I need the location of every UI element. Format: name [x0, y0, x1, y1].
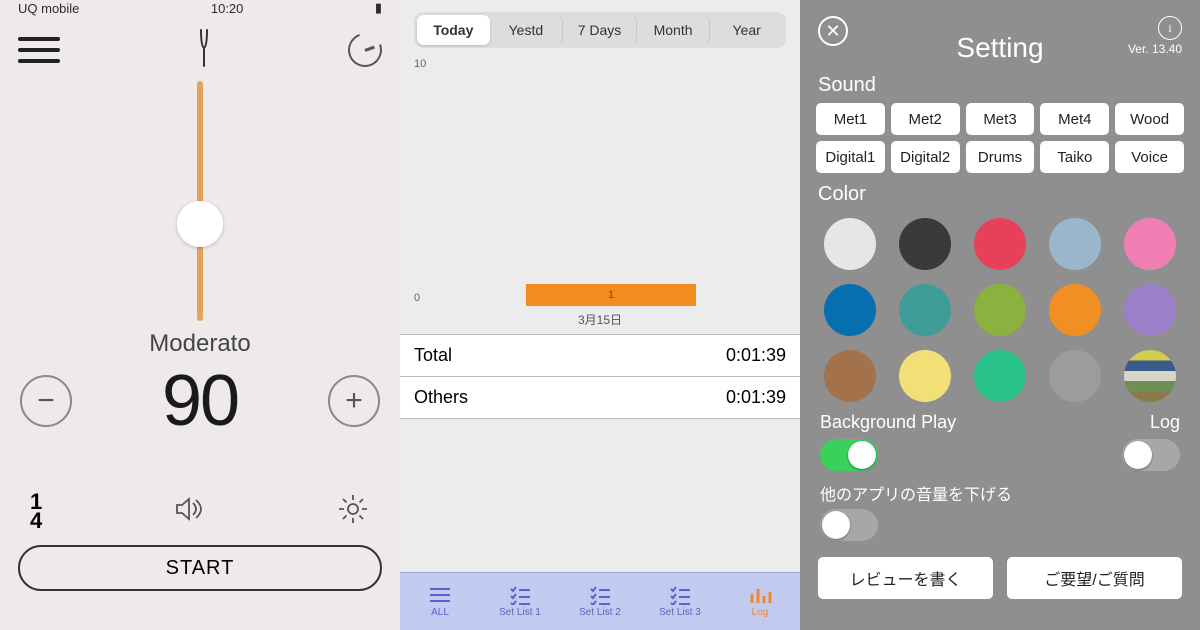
log-toggle[interactable] — [1122, 439, 1180, 471]
decrement-button[interactable]: − — [20, 375, 72, 427]
summary-rows: Total 0:01:39 Others 0:01:39 — [400, 334, 800, 419]
color-swatch-3[interactable] — [1049, 218, 1101, 270]
usage-chart: 10 0 1 3月15日 — [406, 54, 794, 334]
color-swatch-14[interactable] — [1124, 350, 1176, 402]
x-label: 3月15日 — [406, 311, 794, 328]
tempo-name: Moderato — [0, 330, 400, 358]
sound-taiko[interactable]: Taiko — [1040, 141, 1109, 173]
y-max: 10 — [414, 58, 426, 70]
color-swatch-6[interactable] — [899, 284, 951, 336]
seg-year[interactable]: Year — [710, 15, 783, 45]
settings-icon[interactable] — [336, 492, 370, 531]
lower-volume-toggle[interactable] — [820, 509, 878, 541]
time-signature[interactable]: 1 4 — [30, 493, 42, 530]
top-bar — [0, 16, 400, 76]
tab-all[interactable]: ALL — [400, 573, 480, 630]
color-swatch-12[interactable] — [974, 350, 1026, 402]
sound-met3[interactable]: Met3 — [966, 103, 1035, 135]
sound-wood[interactable]: Wood — [1115, 103, 1184, 135]
log-screen: Today Yestd 7 Days Month Year 10 0 1 3月1… — [400, 0, 800, 630]
tab-bar: ALL Set List 1 Set List 2 Set List 3 Log — [400, 572, 800, 630]
sound-digital2[interactable]: Digital2 — [891, 141, 960, 173]
color-swatch-13[interactable] — [1049, 350, 1101, 402]
bpm-value: 90 — [162, 360, 238, 442]
y-min: 0 — [414, 292, 420, 304]
speaker-icon[interactable] — [172, 492, 206, 531]
log-toggle-label: Log — [1122, 412, 1180, 433]
color-swatch-10[interactable] — [824, 350, 876, 402]
metronome-screen: UQ mobile 10:20 ▮ Moderato − 90 + 1 4 ST… — [0, 0, 400, 630]
menu-icon[interactable] — [18, 37, 60, 63]
color-swatch-0[interactable] — [824, 218, 876, 270]
period-segmented: Today Yestd 7 Days Month Year — [414, 12, 786, 48]
seg-month[interactable]: Month — [637, 15, 711, 45]
color-swatch-9[interactable] — [1124, 284, 1176, 336]
tab-setlist3[interactable]: Set List 3 — [640, 573, 720, 630]
color-section-label: Color — [800, 173, 1200, 212]
increment-button[interactable]: + — [328, 375, 380, 427]
sound-voice[interactable]: Voice — [1115, 141, 1184, 173]
feedback-button[interactable]: ご要望/ご質問 — [1007, 557, 1182, 599]
row-total: Total 0:01:39 — [400, 335, 800, 377]
timer-icon[interactable] — [342, 27, 387, 72]
tab-log[interactable]: Log — [720, 573, 800, 630]
sound-met1[interactable]: Met1 — [816, 103, 885, 135]
row-others: Others 0:01:39 — [400, 377, 800, 419]
battery-icon: ▮ — [375, 0, 382, 16]
seg-yesterday[interactable]: Yestd — [490, 15, 564, 45]
carrier: UQ mobile — [18, 1, 79, 16]
lower-volume-label: 他のアプリの音量を下げる — [800, 471, 1200, 509]
sound-met2[interactable]: Met2 — [891, 103, 960, 135]
settings-screen: ✕ i Ver. 13.40 Setting Sound Met1Met2Met… — [800, 0, 1200, 630]
tempo-slider[interactable] — [0, 76, 400, 326]
close-icon[interactable]: ✕ — [818, 16, 848, 46]
sound-met4[interactable]: Met4 — [1040, 103, 1109, 135]
tab-setlist1[interactable]: Set List 1 — [480, 573, 560, 630]
color-swatch-2[interactable] — [974, 218, 1026, 270]
color-swatch-4[interactable] — [1124, 218, 1176, 270]
sound-digital1[interactable]: Digital1 — [816, 141, 885, 173]
seg-7days[interactable]: 7 Days — [563, 15, 637, 45]
sound-section-label: Sound — [800, 64, 1200, 103]
clock: 10:20 — [211, 1, 244, 16]
bg-play-label: Background Play — [820, 412, 956, 433]
color-swatch-8[interactable] — [1049, 284, 1101, 336]
color-grid — [800, 212, 1200, 402]
tab-setlist2[interactable]: Set List 2 — [560, 573, 640, 630]
sound-grid: Met1Met2Met3Met4Wood Digital1Digital2Drum… — [800, 103, 1200, 173]
color-swatch-7[interactable] — [974, 284, 1026, 336]
review-button[interactable]: レビューを書く — [818, 557, 993, 599]
version-info: i Ver. 13.40 — [1128, 16, 1182, 56]
chart-bar: 1 — [526, 284, 696, 306]
seg-today[interactable]: Today — [417, 15, 490, 45]
status-bar: UQ mobile 10:20 ▮ — [0, 0, 400, 16]
color-swatch-5[interactable] — [824, 284, 876, 336]
color-swatch-11[interactable] — [899, 350, 951, 402]
color-swatch-1[interactable] — [899, 218, 951, 270]
tuning-fork-icon[interactable] — [190, 28, 218, 73]
sound-drums[interactable]: Drums — [966, 141, 1035, 173]
bg-play-toggle[interactable] — [820, 439, 878, 471]
info-icon[interactable]: i — [1158, 16, 1182, 40]
start-button[interactable]: START — [18, 545, 382, 591]
